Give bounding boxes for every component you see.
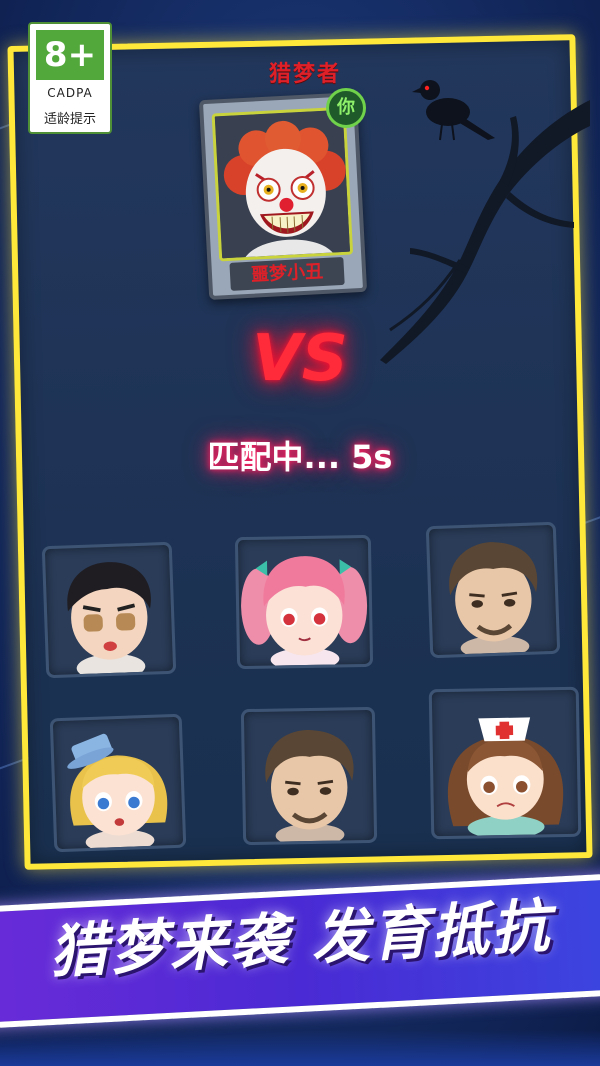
age-rating-org: CADPA — [47, 86, 93, 100]
hunter-portrait — [211, 106, 354, 262]
survivor-boy-black-hair-icon — [67, 562, 151, 676]
survivor-girl-pink-twintails-icon — [241, 556, 368, 667]
age-rating-badge: 8+ CADPA 适龄提示 — [28, 22, 112, 134]
survivor-girl-blonde-top-hat-icon — [67, 733, 168, 850]
hunter-name: 噩梦小丑 — [229, 256, 345, 291]
promo-banner: 猎梦来袭 发育抵抗 — [0, 872, 600, 1029]
clown-avatar-icon — [214, 109, 354, 262]
survivor-man-beard-2-icon — [265, 730, 354, 843]
matching-status: 匹配中... 5s — [207, 438, 393, 476]
survivor-slot-3[interactable] — [425, 521, 561, 659]
survivor-slot-6[interactable] — [428, 686, 582, 840]
vs-label: VS — [252, 322, 348, 396]
survivor-nurse-icon — [447, 717, 564, 837]
bottom-glow — [0, 1030, 600, 1066]
survivor-slot-4[interactable] — [49, 713, 187, 853]
you-badge: 你 — [326, 88, 366, 128]
survivor-slot-2[interactable] — [234, 534, 374, 670]
survivor-slot-5[interactable] — [240, 706, 378, 846]
survivor-slot-1[interactable] — [41, 541, 177, 679]
hunter-title: 猎梦者 — [268, 62, 341, 87]
age-rating-value: 8+ — [36, 30, 104, 80]
tree-branch-with-crow — [380, 80, 590, 364]
survivor-man-beard-1-icon — [449, 542, 538, 656]
age-rating-tip: 适龄提示 — [43, 112, 96, 127]
